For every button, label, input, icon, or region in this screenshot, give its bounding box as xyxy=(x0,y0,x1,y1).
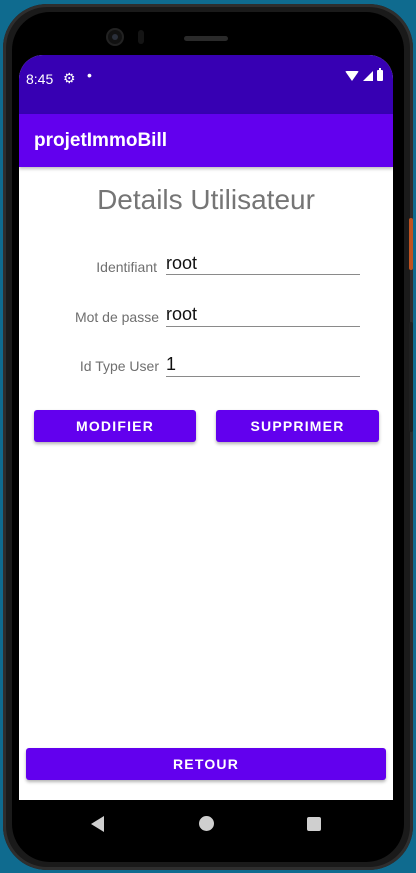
status-bar: 8:45 ⚙ • xyxy=(19,55,393,114)
password-field[interactable]: root xyxy=(166,304,360,327)
signal-icon xyxy=(363,70,373,81)
app-title: projetImmoBill xyxy=(34,130,168,151)
notification-dot-icon: • xyxy=(87,67,92,83)
back-button[interactable]: RETOUR xyxy=(26,748,386,780)
back-icon[interactable] xyxy=(91,816,104,832)
modify-button[interactable]: MODIFIER xyxy=(34,410,196,442)
camera-icon xyxy=(108,30,122,44)
status-time: 8:45 xyxy=(26,71,54,87)
page-title: Details Utilisateur xyxy=(97,184,315,215)
delete-button[interactable]: SUPPRIMER xyxy=(216,410,379,442)
battery-icon xyxy=(377,68,383,81)
home-icon[interactable] xyxy=(199,816,214,831)
volume-button xyxy=(409,322,413,432)
navigation-bar xyxy=(19,800,393,848)
wifi-icon xyxy=(345,70,359,81)
id-type-user-label: Id Type User xyxy=(79,358,159,374)
identifiant-field[interactable]: root xyxy=(166,253,360,275)
password-label: Mot de passe xyxy=(74,309,159,325)
power-button xyxy=(409,218,413,270)
app-screen: 8:45 ⚙ • projetImmoBill Details Utilisat… xyxy=(19,55,393,800)
id-type-user-field[interactable]: 1 xyxy=(166,354,360,377)
app-bar: projetImmoBill xyxy=(19,114,393,167)
sensor xyxy=(138,30,144,44)
recents-icon[interactable] xyxy=(307,817,321,831)
gear-icon: ⚙ xyxy=(63,70,76,86)
identifiant-label: Identifiant xyxy=(96,259,157,275)
status-icons xyxy=(345,68,383,81)
speaker-grille xyxy=(184,36,228,41)
